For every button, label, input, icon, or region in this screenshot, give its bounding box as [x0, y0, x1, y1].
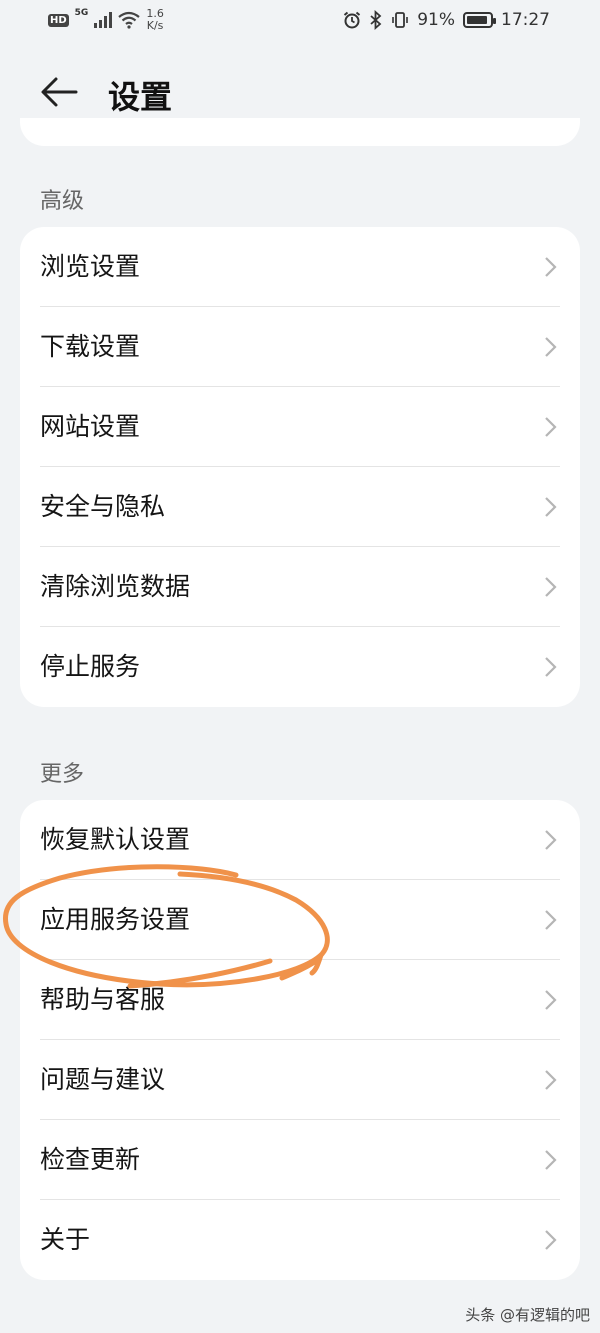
- row-label: 问题与建议: [40, 1065, 166, 1094]
- chevron-right-icon: [545, 910, 557, 930]
- header: 设置: [0, 60, 600, 124]
- battery-icon: [463, 12, 496, 28]
- clock: 17:27: [501, 10, 550, 30]
- row-download-settings[interactable]: 下载设置: [20, 307, 580, 387]
- row-restore-defaults[interactable]: 恢复默认设置: [20, 800, 580, 880]
- chevron-right-icon: [545, 657, 557, 677]
- row-label: 恢复默认设置: [40, 825, 191, 854]
- section-title-more: 更多: [40, 762, 85, 787]
- row-label: 下载设置: [40, 332, 141, 361]
- row-check-updates[interactable]: 检查更新: [20, 1120, 580, 1200]
- vibrate-icon: [392, 12, 409, 28]
- bluetooth-icon: [370, 10, 382, 30]
- row-label: 应用服务设置: [40, 905, 191, 934]
- chevron-right-icon: [545, 1150, 557, 1170]
- battery-percent: 91%: [417, 10, 455, 30]
- row-about[interactable]: 关于: [20, 1200, 580, 1280]
- chevron-right-icon: [545, 577, 557, 597]
- row-label: 停止服务: [40, 652, 141, 681]
- chevron-right-icon: [545, 990, 557, 1010]
- chevron-right-icon: [545, 257, 557, 277]
- chevron-right-icon: [545, 1070, 557, 1090]
- more-settings-card: 恢复默认设置 应用服务设置 帮助与客服 问题与建议 检查更新 关于: [20, 800, 580, 1280]
- chevron-right-icon: [545, 1230, 557, 1250]
- status-bar: HD 5G 1.6 K/s 91% 17:27: [0, 0, 600, 44]
- row-stop-service[interactable]: 停止服务: [20, 627, 580, 707]
- row-app-service-settings[interactable]: 应用服务设置: [20, 880, 580, 960]
- watermark: 头条 @有逻辑的吧: [465, 1306, 590, 1324]
- alarm-icon: [344, 11, 361, 29]
- chevron-right-icon: [545, 830, 557, 850]
- row-browse-settings[interactable]: 浏览设置: [20, 227, 580, 307]
- row-label: 安全与隐私: [40, 492, 166, 521]
- chevron-right-icon: [545, 497, 557, 517]
- row-label: 帮助与客服: [40, 985, 166, 1014]
- row-clear-browsing-data[interactable]: 清除浏览数据: [20, 547, 580, 627]
- status-left: HD 5G 1.6 K/s: [48, 8, 164, 32]
- previous-card-bottom: [20, 118, 580, 146]
- row-feedback[interactable]: 问题与建议: [20, 1040, 580, 1120]
- section-title-advanced: 高级: [40, 189, 85, 214]
- row-site-settings[interactable]: 网站设置: [20, 387, 580, 467]
- back-arrow-icon: [41, 77, 78, 107]
- row-label: 检查更新: [40, 1145, 141, 1174]
- row-label: 网站设置: [40, 412, 141, 441]
- hd-badge: HD: [48, 13, 69, 27]
- chevron-right-icon: [545, 417, 557, 437]
- advanced-settings-card: 浏览设置 下载设置 网站设置 安全与隐私 清除浏览数据 停止服务: [20, 227, 580, 707]
- battery-level: [467, 16, 488, 24]
- row-security-privacy[interactable]: 安全与隐私: [20, 467, 580, 547]
- network-speed-unit: K/s: [146, 19, 164, 32]
- network-type: 5G: [74, 8, 89, 18]
- network-speed: 1.6 K/s: [146, 8, 164, 32]
- back-button[interactable]: [38, 72, 82, 112]
- page-title: 设置: [108, 78, 173, 116]
- row-help-support[interactable]: 帮助与客服: [20, 960, 580, 1040]
- status-right: 91% 17:27: [343, 10, 550, 30]
- signal-icon: [94, 12, 113, 28]
- wifi-icon: [118, 11, 141, 29]
- row-label: 浏览设置: [40, 252, 141, 281]
- chevron-right-icon: [545, 337, 557, 357]
- row-label: 清除浏览数据: [40, 572, 191, 601]
- row-label: 关于: [40, 1225, 91, 1254]
